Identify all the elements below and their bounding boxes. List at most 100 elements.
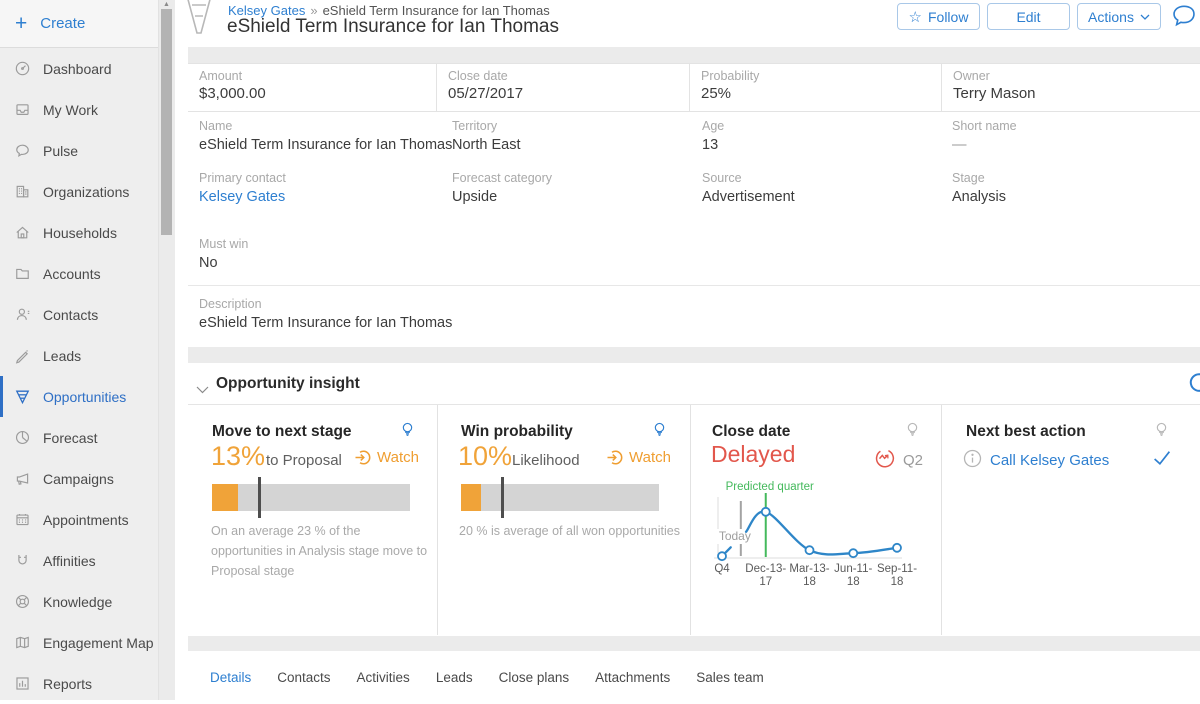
field-forecast-category: Forecast category Upside (452, 171, 552, 205)
tab-attachments[interactable]: Attachments (595, 666, 670, 689)
sidebar-item-leads[interactable]: Leads (0, 335, 158, 376)
sidebar-item-forecast[interactable]: Forecast (0, 417, 158, 458)
engagement-map-icon (14, 634, 31, 651)
sidebar-item-reports[interactable]: Reports (0, 663, 158, 704)
watch-icon (354, 449, 371, 466)
delayed-icon (874, 448, 895, 474)
opportunities-icon (14, 388, 31, 405)
actions-button[interactable]: Actions (1077, 3, 1161, 30)
field-value: — (952, 137, 1017, 153)
benchmark-marker (258, 477, 261, 518)
section-divider (188, 285, 1200, 286)
tab-contacts[interactable]: Contacts (277, 666, 330, 689)
sidebar-item-dashboard[interactable]: Dashboard (0, 48, 158, 89)
benchmark-marker (501, 477, 504, 518)
card-caption: On an average 23 % of the opportunities … (211, 521, 433, 581)
sidebar-item-accounts[interactable]: Accounts (0, 253, 158, 294)
check-icon[interactable] (1152, 448, 1172, 473)
svg-text:Predicted quarter: Predicted quarter (726, 481, 814, 493)
sidebar-item-engagement-map[interactable]: Engagement Map (0, 622, 158, 663)
star-icon: ☆ (909, 8, 922, 26)
tab-details[interactable]: Details (210, 666, 251, 689)
sidebar-item-pulse[interactable]: Pulse (0, 130, 158, 171)
sidebar-item-households[interactable]: Households (0, 212, 158, 253)
tab-sales-team[interactable]: Sales team (696, 666, 764, 689)
scrollbar-up-arrow[interactable]: ▲ (163, 1, 170, 8)
bulb-icon[interactable] (904, 421, 921, 443)
stage-progress-bar (212, 484, 410, 511)
field-value: $3,000.00 (199, 85, 436, 102)
divider-band (188, 636, 1200, 651)
card-divider (437, 405, 438, 635)
insight-section-title: Opportunity insight (216, 375, 360, 393)
field-primary-contact: Primary contact Kelsey Gates (199, 171, 286, 205)
field-short-name: Short name — (952, 119, 1017, 153)
watch-label: Watch (629, 449, 671, 466)
field-description: Description eShield Term Insurance for I… (199, 297, 452, 331)
field-close-date: Close date 05/27/2017 (437, 64, 690, 111)
sidebar-item-affinities[interactable]: Affinities (0, 540, 158, 581)
svg-text:Jun-11-: Jun-11- (834, 563, 872, 575)
page-title: eShield Term Insurance for Ian Thomas (227, 16, 559, 38)
field-value: 25% (701, 85, 941, 102)
svg-text:18: 18 (891, 576, 904, 588)
field-label: Stage (952, 171, 1006, 185)
create-button[interactable]: + Create (0, 0, 158, 48)
svg-text:Q4: Q4 (714, 563, 730, 575)
sidebar-item-my-work[interactable]: My Work (0, 89, 158, 130)
households-icon (14, 224, 31, 241)
sidebar-item-label: Contacts (43, 307, 98, 323)
sidebar-item-contacts[interactable]: Contacts (0, 294, 158, 335)
card-divider (941, 405, 942, 635)
bulb-icon[interactable] (1153, 421, 1170, 443)
field-value: 13 (702, 137, 724, 153)
sidebar-item-label: Engagement Map (43, 635, 154, 651)
refresh-icon[interactable] (1186, 371, 1200, 400)
sidebar: + Create Dashboard My Work Pulse Organiz… (0, 0, 158, 700)
appointments-icon (14, 511, 31, 528)
chat-bubble-icon[interactable] (1171, 3, 1197, 34)
watch-button[interactable]: Watch (354, 449, 419, 466)
info-icon[interactable] (963, 449, 982, 473)
field-label: Territory (452, 119, 521, 133)
follow-button[interactable]: ☆ Follow (897, 3, 980, 30)
sidebar-item-organizations[interactable]: Organizations (0, 171, 158, 212)
sidebar-item-campaigns[interactable]: Campaigns (0, 458, 158, 499)
watch-button[interactable]: Watch (606, 449, 671, 466)
scrollbar-thumb[interactable] (161, 9, 172, 235)
primary-contact-link[interactable]: Kelsey Gates (199, 189, 286, 205)
field-value: eShield Term Insurance for Ian Thomas (199, 137, 452, 153)
tab-leads[interactable]: Leads (436, 666, 473, 689)
next-best-action-link[interactable]: Call Kelsey Gates (990, 452, 1109, 469)
field-label: Source (702, 171, 795, 185)
sidebar-item-knowledge[interactable]: Knowledge (0, 581, 158, 622)
sidebar-item-appointments[interactable]: Appointments (0, 499, 158, 540)
field-owner: Owner Terry Mason (942, 64, 1200, 111)
progress-fill (461, 484, 481, 511)
progress-fill (212, 484, 238, 511)
sidebar-scrollbar[interactable]: ▲ (158, 0, 175, 700)
collapse-chevron-icon[interactable] (196, 381, 209, 399)
sidebar-item-label: Forecast (43, 430, 97, 446)
tab-close-plans[interactable]: Close plans (499, 666, 570, 689)
field-value: eShield Term Insurance for Ian Thomas (199, 315, 452, 331)
watch-label: Watch (377, 449, 419, 466)
sidebar-item-label: Pulse (43, 143, 78, 159)
tab-activities[interactable]: Activities (357, 666, 410, 689)
field-label: Owner (953, 69, 1200, 83)
stage-probability-suffix: to Proposal (266, 452, 342, 469)
edit-label: Edit (1016, 9, 1040, 25)
sidebar-item-opportunities[interactable]: Opportunities (0, 376, 158, 417)
bulb-icon[interactable] (651, 421, 668, 443)
edit-button[interactable]: Edit (987, 3, 1070, 30)
key-fields-strip: Amount $3,000.00 Close date 05/27/2017 P… (188, 63, 1200, 112)
bulb-icon[interactable] (399, 421, 416, 443)
delayed-quarter: Q2 (903, 452, 923, 469)
sidebar-item-label: Campaigns (43, 471, 114, 487)
stage-probability-value: 13% (211, 441, 265, 472)
svg-text:17: 17 (759, 576, 772, 588)
create-label: Create (40, 15, 85, 32)
win-probability-suffix: Likelihood (512, 452, 580, 469)
reports-icon (14, 675, 31, 692)
field-label: Primary contact (199, 171, 286, 185)
